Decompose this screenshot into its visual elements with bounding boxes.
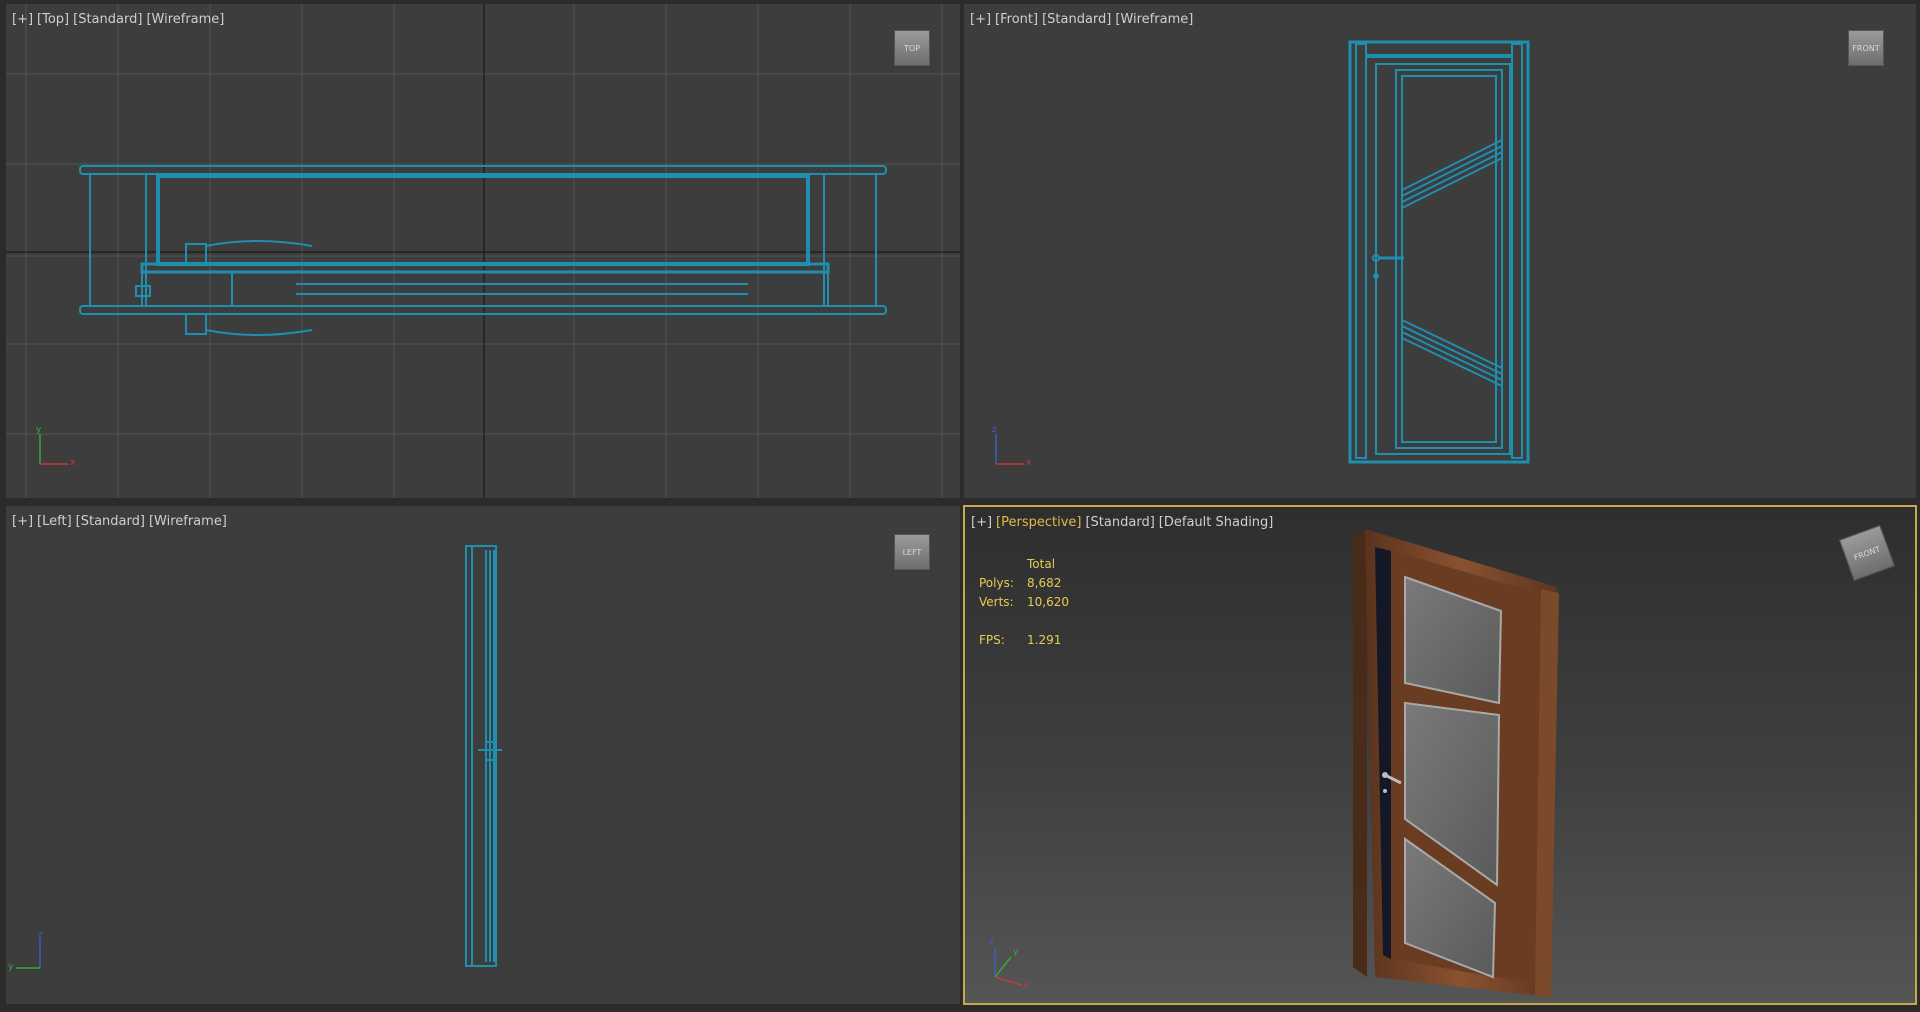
viewport-front[interactable]: [+] [Front] [Standard] [Wireframe] FRONT z … — [964, 4, 1916, 498]
fps-value: 1.291 — [1027, 633, 1062, 647]
label-render-mode[interactable]: [Standard] — [73, 12, 142, 27]
label-plus-menu[interactable]: [+] — [970, 12, 991, 27]
polys-value: 8,682 — [1027, 576, 1062, 590]
label-plus-menu[interactable]: [+] — [12, 12, 33, 27]
axis-label-x: x — [1026, 458, 1032, 468]
label-render-mode[interactable]: [Standard] — [1042, 12, 1111, 27]
front-wireframe-canvas — [995, 40, 1530, 465]
statistics-overlay: Total Polys: 8,682 Verts: 10,620 FPS: 1.291 — [979, 555, 1069, 650]
front-viewport-label[interactable]: [+] [Front] [Standard] [Wireframe] — [970, 12, 1197, 27]
fps-label: FPS: — [979, 633, 1005, 647]
axis-label-y: y — [36, 425, 42, 435]
viewcube-icon[interactable]: TOP — [894, 30, 930, 66]
axis-label-z: z — [989, 937, 994, 947]
left-viewport-label[interactable]: [+] [Left] [Standard] [Wireframe] — [12, 514, 231, 529]
label-render-mode[interactable]: [Standard] — [76, 514, 145, 529]
perspective-render-canvas — [994, 529, 1559, 999]
label-plus-menu[interactable]: [+] — [971, 515, 992, 530]
label-shading[interactable]: [Default Shading] — [1159, 515, 1274, 530]
axis-label-y: y — [1013, 947, 1019, 957]
viewport-top[interactable]: [+] [Top] [Standard] [Wireframe] TOP y x — [6, 4, 960, 498]
label-shading[interactable]: [Wireframe] — [1115, 12, 1193, 27]
perspective-viewport-label[interactable]: [+] [Perspective] [Standard] [Default Shadi… — [971, 515, 1277, 530]
verts-label: Verts: — [979, 595, 1014, 609]
axis-label-y: y — [8, 962, 14, 972]
label-view-name[interactable]: [Front] — [995, 12, 1038, 27]
axis-tripod-icon — [39, 434, 68, 465]
axis-label-z: z — [992, 425, 997, 435]
verts-value: 10,620 — [1027, 595, 1069, 609]
axis-label-x: x — [70, 458, 76, 468]
viewcube-icon[interactable]: FRONT — [1848, 30, 1884, 66]
viewport-perspective[interactable]: [+] [Perspective] [Standard] [Default Shadi… — [963, 505, 1917, 1005]
label-render-mode[interactable]: [Standard] — [1085, 515, 1154, 530]
axis-label-z: z — [38, 930, 43, 940]
viewcube-icon[interactable]: LEFT — [894, 534, 930, 570]
label-view-name[interactable]: [Perspective] — [996, 515, 1081, 530]
viewport-left[interactable]: [+] [Left] [Standard] [Wireframe] LEFT z y — [6, 506, 960, 1004]
left-wireframe-canvas — [16, 545, 502, 969]
axis-label-x: x — [1023, 981, 1029, 991]
label-plus-menu[interactable]: [+] — [12, 514, 33, 529]
label-shading[interactable]: [Wireframe] — [149, 514, 227, 529]
top-wireframe-canvas — [6, 4, 960, 498]
label-view-name[interactable]: [Top] — [37, 12, 69, 27]
stats-header: Total — [1027, 557, 1056, 571]
label-view-name[interactable]: [Left] — [37, 514, 72, 529]
label-shading[interactable]: [Wireframe] — [146, 12, 224, 27]
polys-label: Polys: — [979, 576, 1014, 590]
top-viewport-label[interactable]: [+] [Top] [Standard] [Wireframe] — [12, 12, 228, 27]
